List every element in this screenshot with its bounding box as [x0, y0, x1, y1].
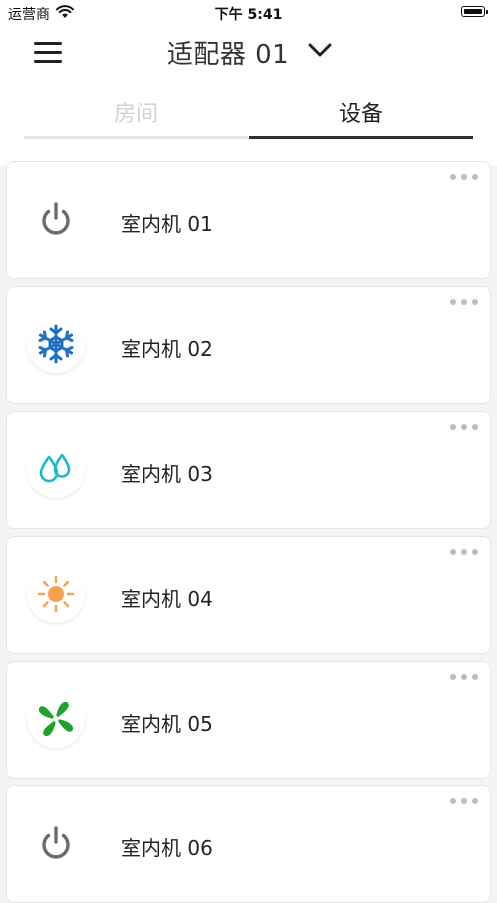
- tab-rooms[interactable]: 房间: [24, 96, 248, 134]
- tab-rooms-underline: [24, 136, 248, 139]
- fan-icon: [27, 690, 85, 748]
- status-bar: 运营商 下午 5:41: [0, 0, 497, 26]
- device-name: 室内机 02: [121, 337, 213, 361]
- device-card[interactable]: 室内机 06: [6, 785, 491, 903]
- more-options-button[interactable]: [450, 670, 478, 684]
- more-options-button[interactable]: [450, 794, 478, 808]
- snowflake-icon: [27, 315, 85, 373]
- header: 适配器 01 房间 设备: [0, 26, 497, 166]
- device-name: 室内机 04: [121, 587, 213, 611]
- battery-icon: [461, 6, 488, 17]
- device-name: 室内机 06: [121, 836, 213, 860]
- more-options-button[interactable]: [450, 295, 478, 309]
- more-dots-icon: [450, 174, 456, 180]
- device-card[interactable]: 室内机 04: [6, 536, 491, 654]
- page-title: 适配器 01: [166, 39, 290, 70]
- more-dots-icon: [450, 424, 456, 430]
- power-icon: [27, 814, 85, 872]
- more-dots-icon: [450, 549, 456, 555]
- more-options-button[interactable]: [450, 420, 478, 434]
- sun-icon: [27, 565, 85, 623]
- device-card[interactable]: 室内机 03: [6, 411, 491, 529]
- water-drop-icon: [27, 440, 85, 498]
- chevron-down-icon: [307, 42, 333, 62]
- more-dots-icon: [450, 798, 456, 804]
- more-options-button[interactable]: [450, 545, 478, 559]
- tab-devices[interactable]: 设备: [249, 96, 473, 134]
- status-time: 下午 5:41: [214, 7, 283, 23]
- menu-button[interactable]: [28, 34, 68, 70]
- adapter-selector[interactable]: 适配器 01: [150, 32, 350, 72]
- device-card[interactable]: 室内机 05: [6, 661, 491, 779]
- more-dots-icon: [450, 299, 456, 305]
- tab-devices-underline: [249, 136, 473, 139]
- device-card[interactable]: 室内机 02: [6, 286, 491, 404]
- more-options-button[interactable]: [450, 170, 478, 184]
- device-name: 室内机 03: [121, 462, 213, 486]
- device-name: 室内机 01: [121, 212, 213, 236]
- more-dots-icon: [450, 674, 456, 680]
- power-icon: [27, 190, 85, 248]
- device-name: 室内机 05: [121, 712, 213, 736]
- device-card[interactable]: 室内机 01: [6, 161, 491, 279]
